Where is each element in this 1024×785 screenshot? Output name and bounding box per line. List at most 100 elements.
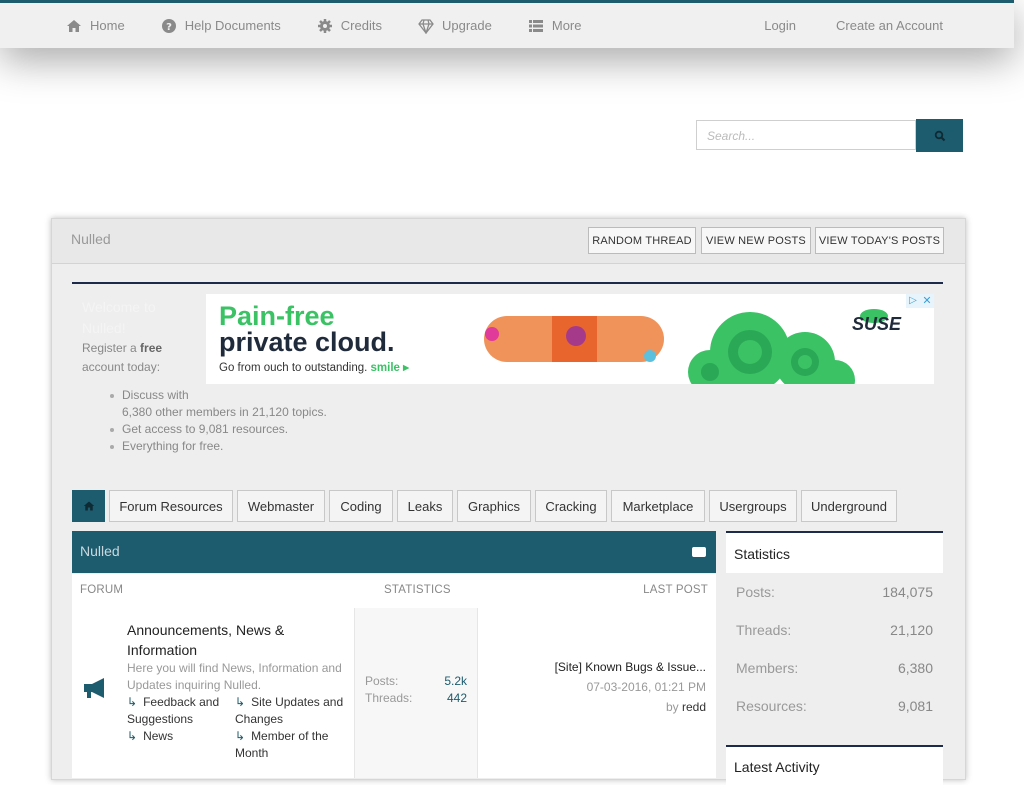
nav-help-documents[interactable]: ? Help Documents: [161, 18, 281, 34]
subforum-label: Site Updates and Changes: [235, 695, 344, 726]
subforum-link[interactable]: ↳ Site Updates and Changes: [235, 694, 347, 728]
ad-sub-text: Go from ouch to outstanding.: [219, 362, 368, 374]
tab-webmaster[interactable]: Webmaster: [237, 490, 325, 522]
subforum-label: Feedback and Suggestions: [127, 695, 220, 726]
register-text: Register a free: [82, 339, 202, 358]
stat-label: Resources:: [736, 698, 807, 714]
divider: [72, 282, 943, 284]
diamond-icon: [418, 18, 434, 34]
register-suffix: account today:: [82, 360, 161, 374]
stat-label: Threads:: [736, 622, 792, 638]
stat-row: Members: 6,380: [726, 649, 943, 687]
stat-label: Posts:: [736, 584, 775, 600]
subforum-arrow-icon: ↳: [127, 729, 138, 743]
cloud-graphic: [688, 312, 855, 384]
tab-marketplace[interactable]: Marketplace: [611, 490, 705, 522]
ad-cta: smile: [370, 362, 400, 374]
subforum-link[interactable]: ↳ Member of the Month: [235, 728, 347, 762]
list-icon: [528, 19, 543, 32]
search-button[interactable]: [916, 119, 963, 152]
random-thread-button[interactable]: RANDOM THREAD: [588, 227, 696, 254]
col-statistics: STATISTICS: [384, 584, 451, 596]
nav-credits[interactable]: Credits: [317, 18, 382, 34]
welcome-bullets: Discuss with 6,380 other members in 21,1…: [110, 387, 327, 455]
forum-column-headers: FORUM STATISTICS LAST POST: [72, 574, 716, 608]
statistics-header: Statistics: [726, 531, 943, 573]
stat-row: Posts: 184,075: [726, 573, 943, 611]
last-post-by: by redd: [666, 700, 706, 714]
create-account-label: Create an Account: [836, 18, 943, 33]
ad-choices[interactable]: ▷ ✕: [906, 294, 934, 308]
view-todays-posts-button[interactable]: VIEW TODAY'S POSTS: [815, 227, 944, 254]
bullet-item: Everything for free.: [110, 438, 327, 455]
nav-create-account[interactable]: Create an Account: [836, 18, 943, 33]
nav-login[interactable]: Login: [764, 18, 796, 33]
close-icon[interactable]: ✕: [920, 294, 934, 308]
subforum-link[interactable]: ↳ Feedback and Suggestions: [127, 694, 227, 728]
register-prefix: Register a: [82, 341, 137, 355]
view-new-posts-button[interactable]: VIEW NEW POSTS: [701, 227, 811, 254]
by-label: by: [665, 700, 679, 714]
welcome-title-2: Nulled!: [82, 320, 126, 336]
nav-home[interactable]: Home: [66, 18, 125, 34]
statistics-title: Statistics: [734, 546, 791, 562]
ad-banner[interactable]: Pain-free private cloud. Go from ouch to…: [206, 294, 934, 384]
forum-title-link[interactable]: Announcements, News & Information: [127, 620, 347, 660]
table-row: Announcements, News & Information Here y…: [72, 608, 716, 778]
nav-upgrade[interactable]: Upgrade: [418, 18, 492, 34]
col-last-post: LAST POST: [643, 584, 708, 596]
tab-leaks[interactable]: Leaks: [397, 490, 453, 522]
latest-activity-title: Latest Activity: [734, 759, 820, 775]
nav-left: Home ? Help Documents Credits Upgrade Mo…: [66, 3, 617, 48]
tab-forum-resources[interactable]: Forum Resources: [109, 490, 233, 522]
bandage-graphic: [484, 316, 664, 362]
subforum-label: News: [143, 729, 174, 743]
nav-more[interactable]: More: [528, 18, 581, 34]
search-placeholder: Search...: [707, 129, 756, 143]
adchoices-icon[interactable]: ▷: [906, 294, 920, 308]
forum-stats-cell: Posts: 5.2k Threads: 442: [354, 608, 478, 778]
welcome-title-1: Welcome to: [82, 299, 156, 315]
ad-subline: Go from ouch to outstanding. smile ▸: [219, 360, 409, 374]
top-navbar: Home ? Help Documents Credits Upgrade Mo…: [0, 0, 1014, 48]
stat-value: 184,075: [882, 584, 933, 600]
nav-credits-label: Credits: [340, 18, 382, 33]
tab-coding[interactable]: Coding: [329, 490, 393, 522]
threads-label: Threads:: [365, 691, 413, 705]
ad-brand: SUSE: [852, 314, 902, 334]
login-label: Login: [764, 18, 797, 33]
subforum-link[interactable]: ↳ News: [127, 728, 227, 745]
subforum-arrow-icon: ↳: [127, 695, 138, 709]
bullet-text: Discuss with: [122, 388, 189, 402]
stat-value: 21,120: [890, 622, 933, 638]
tab-graphics[interactable]: Graphics: [457, 490, 531, 522]
register-bold: free: [140, 341, 163, 355]
search-input[interactable]: Search...: [696, 120, 916, 150]
ad-headline-2: private cloud.: [219, 327, 395, 357]
collapse-toggle-icon[interactable]: [692, 547, 706, 557]
last-post-user-link[interactable]: redd: [682, 700, 706, 714]
tab-cracking[interactable]: Cracking: [535, 490, 607, 522]
tab-usergroups[interactable]: Usergroups: [709, 490, 797, 522]
tab-home[interactable]: [72, 490, 105, 522]
nav-help-label: Help Documents: [184, 18, 281, 33]
gear-icon: [317, 18, 332, 33]
nav-right: Login Create an Account: [724, 3, 943, 48]
bullet-item: Get access to 9,081 resources.: [110, 421, 327, 438]
bullet-text: Get access to 9,081 resources.: [122, 422, 289, 436]
statistics-widget: Statistics Posts: 184,075 Threads: 21,120 …: [726, 531, 943, 743]
category-tabs: Forum Resources Webmaster Coding Leaks G…: [72, 490, 901, 524]
tab-underground[interactable]: Underground: [801, 490, 897, 522]
bullet-item: Discuss with: [110, 387, 327, 404]
latest-activity-widget: Latest Activity: [726, 745, 943, 785]
last-post-date: 07-03-2016, 01:21 PM: [586, 680, 706, 694]
search-icon: [934, 130, 945, 141]
question-icon: ?: [161, 18, 176, 33]
subforum-arrow-icon: ↳: [235, 695, 246, 709]
subforum-label: Member of the Month: [235, 729, 329, 760]
stat-value: 9,081: [897, 698, 933, 714]
forum-section-title: Nulled: [80, 543, 120, 559]
last-post-link[interactable]: [Site] Known Bugs & Issue...: [555, 660, 706, 674]
home-icon: [67, 19, 81, 32]
main-panel: Nulled RANDOM THREAD VIEW NEW POSTS VIEW…: [51, 218, 966, 785]
